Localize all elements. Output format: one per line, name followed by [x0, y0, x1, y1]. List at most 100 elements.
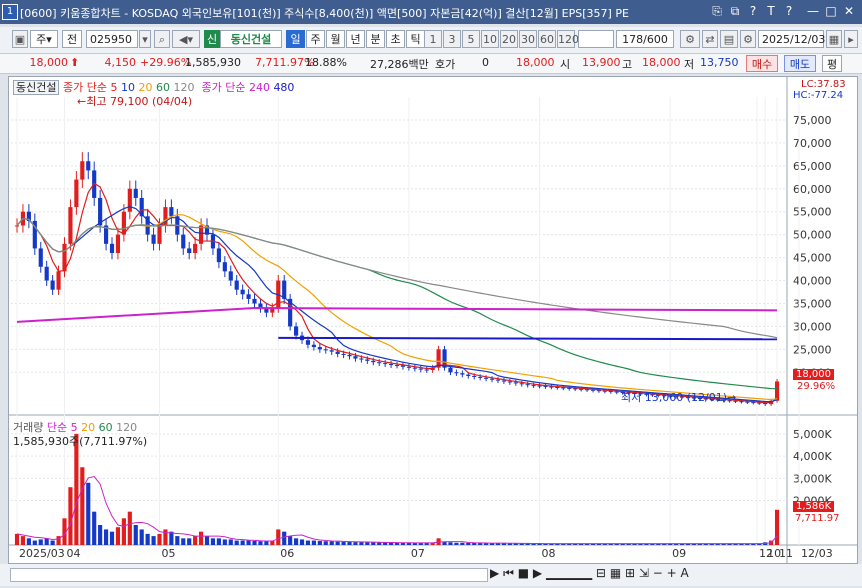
candle-body: [501, 380, 506, 382]
font-icon[interactable]: T: [764, 4, 778, 18]
candle-body: [365, 359, 370, 361]
calendar-icon[interactable]: ▦: [826, 30, 842, 48]
period-tab[interactable]: 틱: [406, 30, 425, 48]
date-input[interactable]: 2025/12/03: [758, 30, 825, 48]
price-volume-chart[interactable]: 75,00070,00065,00060,00055,00050,00045,0…: [9, 77, 857, 563]
stop-icon[interactable]: ■: [518, 566, 529, 580]
window-number-badge: 1: [2, 4, 18, 20]
help-icon[interactable]: ?: [746, 4, 760, 18]
play-icon[interactable]: ▶: [490, 566, 499, 580]
volume-bar: [38, 539, 43, 545]
candle-body: [157, 225, 162, 244]
candle-body: [377, 362, 382, 364]
candle-body: [513, 382, 518, 384]
volume-bar: [139, 529, 144, 545]
stock-name-label[interactable]: 동신건설: [220, 30, 282, 48]
horizontal-scrollbar[interactable]: [10, 568, 488, 582]
info-icon[interactable]: ?: [782, 4, 796, 18]
page-counter[interactable]: 178/600: [616, 30, 674, 48]
restore-icon[interactable]: ⧉: [728, 4, 742, 18]
interval-button[interactable]: 10: [481, 30, 499, 48]
fit-icon[interactable]: ⊟: [596, 566, 606, 580]
ma-line: [16, 182, 778, 404]
volume-bar: [389, 542, 394, 545]
close-icon[interactable]: ✕: [842, 4, 856, 18]
x-tick-label: 09: [672, 547, 686, 560]
low-label: 저: [684, 58, 695, 71]
volume-bar: [198, 531, 204, 545]
sound-icon[interactable]: ◀▾: [172, 30, 200, 48]
buy-button[interactable]: 매수: [746, 55, 778, 72]
interval-button[interactable]: 60: [538, 30, 556, 48]
zoom-in-icon[interactable]: +: [667, 566, 677, 580]
interval-button[interactable]: 3: [443, 30, 461, 48]
interval-button[interactable]: 30: [519, 30, 537, 48]
candle-body: [353, 356, 358, 359]
maximize-icon[interactable]: □: [824, 4, 838, 18]
options-icon[interactable]: ⚙: [680, 30, 700, 48]
period-tab[interactable]: 년: [346, 30, 365, 48]
volume-bar: [270, 541, 275, 545]
open-price: 13,900: [582, 56, 621, 69]
hoga-value: 0: [482, 56, 489, 69]
save-icon[interactable]: ▤: [720, 30, 738, 48]
status-bar: ▶ ⏮ ■ ▶ ▁▁▁▁▁ ⊟ ▦ ⊞ ⇲ − + A: [0, 564, 862, 586]
scale-icon[interactable]: ⇲: [639, 566, 649, 580]
candle-body: [193, 243, 198, 253]
forward-icon[interactable]: ▶: [533, 566, 542, 580]
volume-bar: [323, 541, 328, 545]
interval-button[interactable]: 5: [462, 30, 480, 48]
volume-bar: [341, 541, 346, 545]
volume-bar: [151, 536, 156, 545]
candle-body: [323, 349, 328, 351]
grid-icon[interactable]: ▦: [610, 566, 621, 580]
period-tab[interactable]: 일: [286, 30, 305, 48]
chart-area[interactable]: 75,000 70,000 65,000 60,000 55,000 50,000 45,0…: [8, 76, 858, 564]
volume-bar: [175, 536, 180, 545]
candle-body: [38, 248, 43, 267]
volume-bar: [204, 536, 210, 545]
next-icon[interactable]: ▸: [844, 30, 858, 48]
pct-tag: 29.96%: [797, 381, 836, 392]
period-tab[interactable]: 분: [366, 30, 385, 48]
volume-bar: [353, 542, 358, 545]
volume-bar: [32, 540, 37, 545]
copy-icon[interactable]: ⎘: [710, 4, 724, 18]
volume-bar: [44, 538, 49, 545]
period-value-input[interactable]: [578, 30, 614, 48]
volume-bar: [98, 525, 103, 545]
zoom-out-icon[interactable]: −: [653, 566, 663, 580]
volume-bar: [264, 541, 269, 545]
gear-icon[interactable]: ⚙: [740, 30, 756, 48]
candle-body: [519, 383, 524, 385]
interval-button[interactable]: 20: [500, 30, 518, 48]
layout-icon[interactable]: ▣: [12, 30, 28, 48]
rewind-icon[interactable]: ⏮: [503, 566, 514, 580]
candle-body: [347, 354, 352, 357]
stock-code-input[interactable]: 025950: [86, 30, 138, 48]
compare-icon[interactable]: ⇄: [702, 30, 718, 48]
search-icon[interactable]: ⌕: [154, 30, 170, 48]
ma480-line: [278, 336, 778, 341]
average-button[interactable]: 평: [822, 55, 842, 72]
zoom-slider[interactable]: ▁▁▁▁▁: [546, 566, 592, 580]
stock-name-tab[interactable]: 동신건설: [13, 80, 60, 95]
chevron-down-icon[interactable]: ▾: [139, 30, 151, 48]
x-tick-label: 12/03: [801, 547, 833, 560]
minimize-icon[interactable]: —: [806, 4, 820, 18]
period-tab[interactable]: 초: [386, 30, 405, 48]
interval-button[interactable]: 1: [424, 30, 442, 48]
layout-grid-icon[interactable]: ⊞: [625, 566, 635, 580]
stock-type-select[interactable]: 주▾: [30, 30, 58, 48]
chart-nav-controls: ▶ ⏮ ■ ▶ ▁▁▁▁▁ ⊟ ▦ ⊞ ⇲ − + A: [490, 566, 689, 581]
volume-bar: [169, 531, 174, 545]
volume-bar: [163, 529, 168, 545]
sell-button[interactable]: 매도: [784, 55, 816, 72]
market-select[interactable]: 전: [62, 30, 82, 48]
volume-value: 1,585,930: [185, 56, 241, 69]
text-tool-icon[interactable]: A: [681, 566, 689, 580]
x-tick-label: 12: [759, 547, 773, 560]
period-tab[interactable]: 월: [326, 30, 345, 48]
period-tab[interactable]: 주: [306, 30, 325, 48]
interval-button[interactable]: 120: [557, 30, 579, 48]
